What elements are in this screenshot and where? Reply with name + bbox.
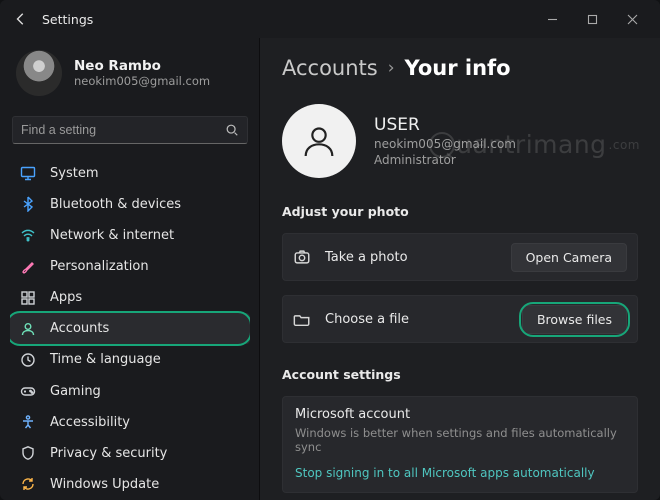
sidebar-item-label: Network & internet [50, 228, 174, 243]
sidebar-item-label: Personalization [50, 259, 149, 274]
window-controls [532, 4, 652, 34]
profile-photo[interactable] [282, 104, 356, 178]
person-icon [20, 321, 36, 337]
sidebar-item-label: Bluetooth & devices [50, 197, 181, 212]
main-panel: Accounts › Your info USER neokim005@gmai… [260, 38, 660, 500]
breadcrumb: Accounts › Your info [282, 56, 638, 80]
sidebar-user-email: neokim005@gmail.com [74, 74, 210, 88]
sidebar-item-accessibility[interactable]: Accessibility [10, 407, 250, 438]
account-settings-heading: Account settings [282, 367, 638, 382]
folder-icon [293, 310, 311, 328]
account-role: Administrator [374, 153, 516, 167]
settings-window: Settings Neo Rambo neokim005@gmail.com [0, 0, 660, 500]
sidebar-item-label: Gaming [50, 384, 101, 399]
sidebar-item-personalization[interactable]: Personalization [10, 251, 250, 282]
choose-file-row: Choose a file Browse files [282, 295, 638, 343]
sidebar-profile[interactable]: Neo Rambo neokim005@gmail.com [10, 44, 250, 110]
maximize-button[interactable] [572, 4, 612, 34]
game-icon [20, 383, 36, 399]
avatar [16, 50, 62, 96]
photo-section-heading: Adjust your photo [282, 204, 638, 219]
ms-account-desc: Windows is better when settings and file… [295, 426, 625, 454]
sidebar-item-label: System [50, 166, 98, 181]
sidebar-item-system[interactable]: System [10, 158, 250, 189]
sidebar-item-network[interactable]: Network & internet [10, 220, 250, 251]
sidebar-item-label: Windows Update [50, 477, 159, 492]
titlebar: Settings [0, 0, 660, 38]
account-email: neokim005@gmail.com [374, 137, 516, 151]
sidebar-item-accounts[interactable]: Accounts [10, 313, 250, 344]
camera-icon [293, 248, 311, 266]
monitor-icon [20, 165, 36, 181]
sidebar-item-privacy[interactable]: Privacy & security [10, 438, 250, 469]
close-button[interactable] [612, 4, 652, 34]
ms-account-title: Microsoft account [295, 407, 625, 422]
sidebar-nav: System Bluetooth & devices Network & inter… [10, 158, 250, 500]
access-icon [20, 414, 36, 430]
ms-account-link[interactable]: Stop signing in to all Microsoft apps au… [295, 466, 625, 480]
browse-files-button[interactable]: Browse files [522, 305, 627, 334]
sidebar-item-time[interactable]: Time & language [10, 344, 250, 375]
account-display-name: USER [374, 115, 516, 135]
sidebar-item-label: Accounts [50, 321, 109, 336]
sidebar: Neo Rambo neokim005@gmail.com System Blue… [0, 38, 260, 500]
bluetooth-icon [20, 196, 36, 212]
minimize-button[interactable] [532, 4, 572, 34]
take-photo-label: Take a photo [325, 250, 497, 265]
search-icon [225, 123, 239, 137]
chevron-right-icon: › [388, 58, 395, 78]
search-input[interactable] [21, 123, 217, 137]
take-photo-row: Take a photo Open Camera [282, 233, 638, 281]
brush-icon [20, 259, 36, 275]
window-title: Settings [42, 12, 520, 27]
breadcrumb-root[interactable]: Accounts [282, 56, 378, 80]
breadcrumb-leaf: Your info [405, 56, 511, 80]
open-camera-button[interactable]: Open Camera [511, 243, 627, 272]
grid-icon [20, 290, 36, 306]
sidebar-item-update[interactable]: Windows Update [10, 469, 250, 500]
sidebar-item-gaming[interactable]: Gaming [10, 376, 250, 407]
clock-icon [20, 352, 36, 368]
sidebar-item-label: Apps [50, 290, 82, 305]
search-box[interactable] [12, 116, 248, 144]
user-block: USER neokim005@gmail.com Administrator [282, 104, 638, 178]
sidebar-item-label: Time & language [50, 352, 161, 367]
shield-icon [20, 445, 36, 461]
sidebar-item-bluetooth[interactable]: Bluetooth & devices [10, 189, 250, 220]
wifi-icon [20, 227, 36, 243]
microsoft-account-row[interactable]: Microsoft account Windows is better when… [282, 396, 638, 493]
sidebar-item-label: Privacy & security [50, 446, 167, 461]
update-icon [20, 476, 36, 492]
sidebar-item-apps[interactable]: Apps [10, 282, 250, 313]
sidebar-user-name: Neo Rambo [74, 58, 210, 74]
sidebar-item-label: Accessibility [50, 415, 130, 430]
back-button[interactable] [12, 10, 30, 28]
choose-file-label: Choose a file [325, 312, 508, 327]
